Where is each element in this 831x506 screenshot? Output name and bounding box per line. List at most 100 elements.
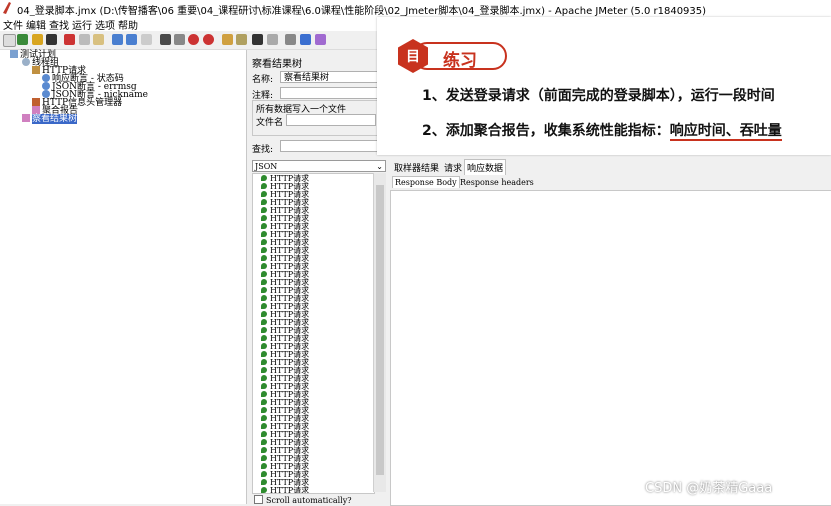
assertion-icon <box>42 82 50 90</box>
test-plan-tree: 测试计划 线程组 HTTP请求 响应断言 - 状态码 JSON断言 - errm… <box>0 50 247 504</box>
search-icon[interactable] <box>252 34 263 45</box>
success-shield-icon <box>261 263 267 269</box>
success-shield-icon <box>261 439 267 445</box>
tab-response-body[interactable]: Response Body <box>392 176 460 188</box>
scrollbar-thumb[interactable] <box>376 185 384 475</box>
paste-icon[interactable] <box>93 34 104 45</box>
function-helper-icon[interactable] <box>285 34 296 45</box>
clear-all-icon[interactable] <box>236 34 247 45</box>
clear-icon[interactable] <box>222 34 233 45</box>
success-shield-icon <box>261 415 267 421</box>
success-shield-icon <box>261 175 267 181</box>
stop-icon[interactable] <box>188 34 199 45</box>
success-shield-icon <box>261 447 267 453</box>
cut-icon[interactable] <box>64 34 75 45</box>
filename-field[interactable] <box>286 114 376 126</box>
toggle-icon[interactable] <box>141 34 152 45</box>
open-icon[interactable] <box>32 34 43 45</box>
success-shield-icon <box>261 287 267 293</box>
search-label: 查找: <box>252 145 274 155</box>
success-shield-icon <box>261 303 267 309</box>
start-icon[interactable] <box>160 34 171 45</box>
window-title: 04_登录脚本.jmx (D:\传智播客\06 重要\04_课程研讨\标准课程\… <box>17 6 707 17</box>
panel-title: 察看结果树 <box>252 59 302 70</box>
success-shield-icon <box>261 335 267 341</box>
result-item[interactable]: HTTP请求 <box>261 487 309 493</box>
success-shield-icon <box>261 455 267 461</box>
tab-request[interactable]: 请求 <box>442 160 464 175</box>
success-shield-icon <box>261 255 267 261</box>
menu-search[interactable]: 查找 <box>49 17 69 32</box>
exercise-line-2: 2、添加聚合报告，收集系统性能指标：响应时间、吞吐量 <box>422 123 782 141</box>
csdn-watermark: CSDN @奶茶精Gaaa <box>645 481 773 496</box>
save-icon[interactable] <box>46 34 57 45</box>
menu-run[interactable]: 运行 <box>72 17 92 32</box>
assertion-icon <box>42 90 50 98</box>
expand-icon[interactable] <box>112 34 123 45</box>
test-plan-icon <box>10 50 18 58</box>
success-shield-icon <box>261 431 267 437</box>
http-sampler-icon <box>32 66 40 74</box>
success-shield-icon <box>261 191 267 197</box>
success-shield-icon <box>261 327 267 333</box>
success-shield-icon <box>261 343 267 349</box>
success-shield-icon <box>261 215 267 221</box>
start-no-pauses-icon[interactable] <box>174 34 185 45</box>
reset-search-icon[interactable] <box>267 34 278 45</box>
results-scrollbar[interactable] <box>373 173 386 492</box>
success-shield-icon <box>261 271 267 277</box>
results-list: HTTP请求 HTTP请求 HTTP请求 HTTP请求 HTTP请求 HTTP请求 HTTP… <box>252 173 375 494</box>
search-input[interactable] <box>280 140 380 152</box>
success-shield-icon <box>261 207 267 213</box>
success-shield-icon <box>261 359 267 365</box>
exercise-overlay: 练习 目 1、发送登录请求（前面完成的登录脚本），运行一段时间 2、添加聚合报告… <box>377 17 831 155</box>
success-shield-icon <box>261 375 267 381</box>
shutdown-icon[interactable] <box>203 34 214 45</box>
name-label: 名称: <box>252 75 274 85</box>
exercise-metrics: 响应时间、吞吐量 <box>669 123 782 141</box>
header-manager-icon <box>32 98 40 106</box>
menu-file[interactable]: 文件 <box>3 17 23 32</box>
success-shield-icon <box>261 367 267 373</box>
templates-icon[interactable] <box>17 34 28 45</box>
tree-item-view-results-tree[interactable]: 察看结果树 <box>22 114 78 124</box>
tab-response-headers[interactable]: Response headers <box>458 177 536 188</box>
chevron-down-icon: ⌄ <box>376 162 383 171</box>
success-shield-icon <box>261 319 267 325</box>
success-shield-icon <box>261 423 267 429</box>
success-shield-icon <box>261 487 267 493</box>
thread-group-icon <box>22 58 30 66</box>
jmeter-logo-icon <box>3 2 11 14</box>
menu-options[interactable]: 选项 <box>95 17 115 32</box>
success-shield-icon <box>261 295 267 301</box>
success-shield-icon <box>261 407 267 413</box>
window-titlebar: 04_登录脚本.jmx (D:\传智播客\06 重要\04_课程研讨\标准课程\… <box>0 0 831 17</box>
new-icon[interactable] <box>3 34 16 47</box>
result-detail-pane: 取样器结果 请求 响应数据 Response Body Response hea… <box>390 157 831 506</box>
success-shield-icon <box>261 183 267 189</box>
checkbox-icon <box>254 495 263 504</box>
response-body-area[interactable] <box>390 190 831 506</box>
success-shield-icon <box>261 383 267 389</box>
renderer-select[interactable]: JSON ⌄ <box>252 160 386 172</box>
success-shield-icon <box>261 239 267 245</box>
tab-sampler-result[interactable]: 取样器结果 <box>392 160 441 175</box>
success-shield-icon <box>261 351 267 357</box>
listener-icon <box>22 114 30 122</box>
menu-help[interactable]: 帮助 <box>118 17 138 32</box>
success-shield-icon <box>261 247 267 253</box>
menu-edit[interactable]: 编辑 <box>26 17 46 32</box>
tab-response-data[interactable]: 响应数据 <box>464 159 507 175</box>
exercise-line-1: 1、发送登录请求（前面完成的登录脚本），运行一段时间 <box>422 88 775 104</box>
success-shield-icon <box>261 279 267 285</box>
copy-icon[interactable] <box>79 34 90 45</box>
success-shield-icon <box>261 391 267 397</box>
success-shield-icon <box>261 223 267 229</box>
success-shield-icon <box>261 479 267 485</box>
collapse-icon[interactable] <box>126 34 137 45</box>
success-shield-icon <box>261 399 267 405</box>
help-icon[interactable] <box>300 34 311 45</box>
success-shield-icon <box>261 311 267 317</box>
log-viewer-icon[interactable] <box>315 34 326 45</box>
filename-label: 文件名 <box>256 118 284 128</box>
